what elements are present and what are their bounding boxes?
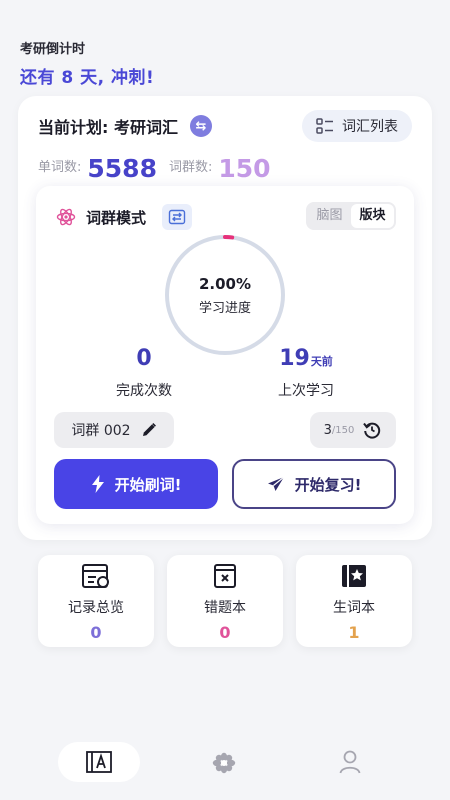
word-count-value: 5588 <box>87 154 157 183</box>
word-count-label: 单词数: <box>38 160 82 175</box>
switch-mode-icon[interactable] <box>162 204 193 230</box>
tile-wrong-book-value: 0 <box>219 623 231 642</box>
tab-discover[interactable] <box>211 752 237 778</box>
swap-plan-icon[interactable]: ⇆ <box>189 115 212 137</box>
tile-record-overview-value: 0 <box>90 623 102 642</box>
progress-text: 2.00% 学习进度 <box>164 234 286 356</box>
vocab-list-button[interactable]: 词汇列表 <box>302 110 412 142</box>
view-toggle: 脑图 版块 <box>306 202 396 230</box>
plan-stats: 单词数: 5588 词群数: 150 <box>38 148 271 183</box>
list-icon <box>316 118 333 134</box>
start-review-button[interactable]: 开始复习! <box>232 459 396 509</box>
wrong-book-icon <box>214 564 236 588</box>
plan-title: 当前计划: 考研词汇 <box>38 118 178 137</box>
reset-icon <box>363 422 381 439</box>
last-study: 19天前 上次学习 <box>226 346 386 400</box>
start-drill-button[interactable]: 开始刷词! <box>54 459 218 509</box>
completed-count: 0 完成次数 <box>64 346 224 400</box>
last-study-value: 19 <box>279 346 310 371</box>
feature-tiles: 记录总览 0 错题本 0 生词本 1 <box>38 555 412 647</box>
group-chip[interactable]: 词群 002 <box>54 412 174 448</box>
last-study-label: 上次学习 <box>278 383 334 399</box>
bottom-tab-bar <box>0 728 450 800</box>
page-current: 3 <box>323 422 332 438</box>
tile-new-words[interactable]: 生词本 1 <box>296 555 412 647</box>
countdown-message: 还有 8 天, 冲刺! <box>20 68 155 88</box>
group-mode-card: 词群模式 脑图 版块 2.00% 学习进度 0 完成次数 19天前 上次学习 词… <box>36 186 414 524</box>
completed-label: 完成次数 <box>116 383 172 399</box>
group-count-label: 词群数: <box>168 160 213 175</box>
home-dictionary-icon <box>86 751 112 773</box>
plan-row: 当前计划: 考研词汇 ⇆ <box>38 114 212 138</box>
tab-home[interactable] <box>58 742 140 782</box>
group-count-value: 150 <box>218 154 271 183</box>
countdown-label: 考研倒计时 <box>20 42 86 57</box>
repeat-icon <box>168 209 186 225</box>
group-chip-label: 词群 002 <box>71 423 131 439</box>
tile-wrong-book[interactable]: 错题本 0 <box>167 555 283 647</box>
user-icon <box>339 750 361 774</box>
countdown-section: 考研倒计时 还有 8 天, 冲刺! <box>20 38 154 88</box>
page-total: /150 <box>331 424 355 436</box>
pencil-icon <box>142 423 156 436</box>
tile-new-words-value: 1 <box>348 623 360 642</box>
progress-percent: 2.00% <box>198 274 252 293</box>
vocab-list-label: 词汇列表 <box>342 119 398 135</box>
atom-icon <box>56 208 76 226</box>
progress-label: 学习进度 <box>198 300 251 316</box>
start-review-label: 开始复习! <box>294 475 362 494</box>
tile-record-overview-label: 记录总览 <box>68 600 124 616</box>
new-words-icon <box>342 565 366 587</box>
tile-record-overview[interactable]: 记录总览 0 <box>38 555 154 647</box>
last-study-unit: 天前 <box>310 355 333 368</box>
view-option-mindmap[interactable]: 脑图 <box>308 204 351 228</box>
completed-value: 0 <box>136 346 152 371</box>
tab-profile[interactable] <box>339 750 361 778</box>
mode-title: 词群模式 <box>86 208 147 227</box>
paper-plane-icon <box>267 476 284 491</box>
plan-card: 当前计划: 考研词汇 ⇆ 词汇列表 单词数: 5588 词群数: 150 词群模… <box>18 96 432 540</box>
view-option-block[interactable]: 版块 <box>351 204 394 228</box>
record-overview-icon <box>82 564 109 588</box>
tile-new-words-label: 生词本 <box>333 600 375 616</box>
start-drill-label: 开始刷词! <box>114 475 182 494</box>
flower-icon <box>212 752 236 774</box>
tile-wrong-book-label: 错题本 <box>204 600 246 616</box>
mode-header: 词群模式 <box>56 204 193 230</box>
page-chip[interactable]: 3/150 <box>310 412 396 448</box>
last-study-value-wrap: 19天前 <box>226 346 386 376</box>
lightning-icon <box>91 475 104 493</box>
